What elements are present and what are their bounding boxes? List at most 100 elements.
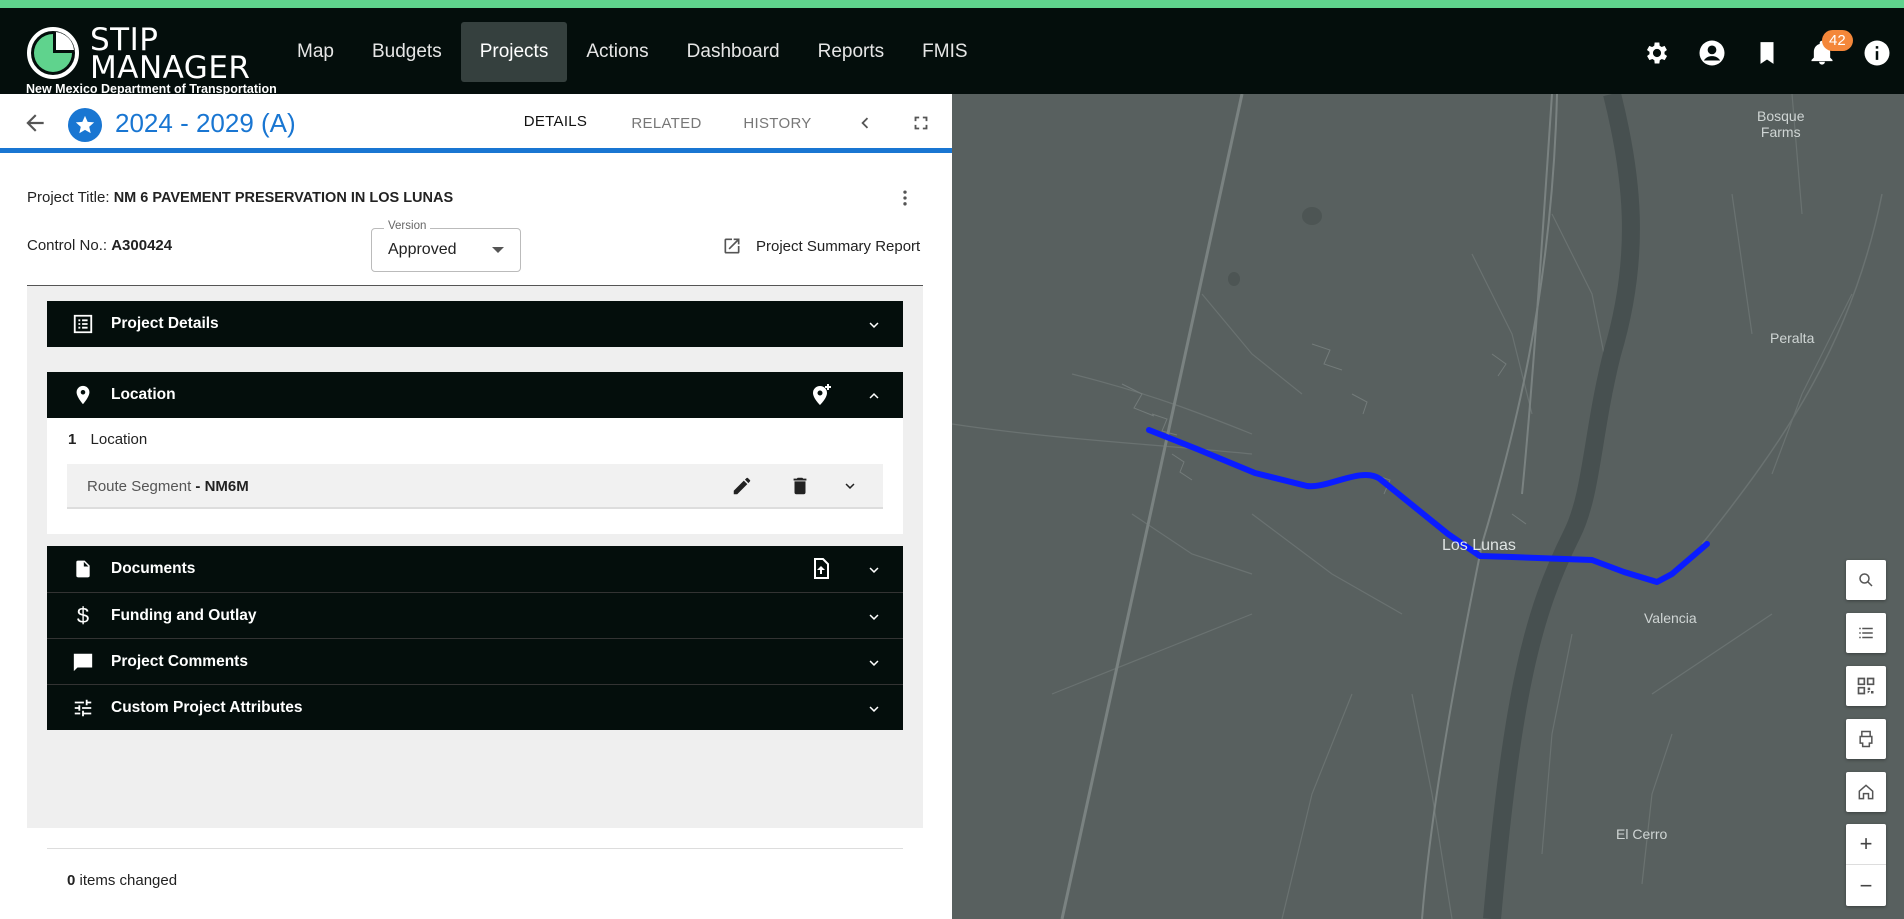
info-button[interactable]	[1849, 28, 1904, 78]
nav-dashboard[interactable]: Dashboard	[668, 22, 799, 82]
section-comments[interactable]: Project Comments	[47, 638, 903, 684]
version-label: Version	[384, 220, 431, 232]
detail-tabs: DETAILS RELATED HISTORY	[500, 94, 833, 153]
chevron-down-icon	[869, 706, 879, 712]
version-value: Approved	[388, 241, 457, 258]
bookmarks-button[interactable]	[1739, 28, 1794, 78]
control-number-value: A300424	[111, 237, 173, 254]
top-accent-stripe	[0, 0, 1904, 8]
nav-reports[interactable]: Reports	[799, 22, 904, 82]
route-segment-value: - NM6M	[191, 478, 249, 495]
tab-related[interactable]: RELATED	[611, 94, 722, 153]
upload-file-icon[interactable]	[809, 557, 833, 581]
add-location-icon[interactable]	[809, 383, 833, 407]
place-label-los-lunas: Los Lunas	[1442, 537, 1516, 554]
zoom-out-button[interactable]: −	[1846, 865, 1886, 906]
location-count-label: Location	[90, 431, 148, 448]
map-search-button[interactable]	[1846, 560, 1886, 600]
map-toolbar	[1846, 560, 1886, 825]
open-external-icon	[724, 238, 740, 254]
map-home-button[interactable]	[1846, 772, 1886, 812]
app-logo[interactable]: STIP MANAGER New Mexico Department of Tr…	[26, 18, 277, 97]
route-segment-item[interactable]: Route Segment - NM6M	[67, 464, 883, 509]
project-title-label: Project Title:	[27, 189, 110, 206]
caret-down-icon	[492, 247, 504, 253]
project-panel: 2024 - 2029 (A) DETAILS RELATED HISTORY …	[0, 94, 952, 919]
route-segment-type: Route Segment	[87, 478, 192, 495]
bookmark-icon	[1760, 42, 1773, 64]
settings-button[interactable]	[1629, 28, 1684, 78]
project-summary-report-link[interactable]: Project Summary Report	[722, 236, 920, 256]
fullscreen-button[interactable]	[910, 112, 932, 139]
nav-fmis[interactable]: FMIS	[903, 22, 986, 82]
location-count: 1	[68, 431, 77, 448]
tab-details[interactable]: DETAILS	[500, 94, 611, 151]
delete-icon[interactable]	[789, 475, 811, 497]
notifications-button[interactable]: 42	[1794, 28, 1853, 78]
chevron-down-icon[interactable]	[841, 477, 859, 495]
nav-actions[interactable]: Actions	[567, 22, 667, 82]
section-location[interactable]: Location	[47, 372, 903, 418]
chevron-down-icon	[869, 322, 879, 328]
qr-code-icon	[1857, 677, 1875, 695]
map-zoom-control: + −	[1846, 824, 1886, 906]
edit-icon[interactable]	[731, 475, 753, 497]
info-icon	[1864, 40, 1889, 66]
chevron-down-icon	[869, 614, 879, 620]
chevron-left-icon	[861, 117, 869, 129]
section-documents-label: Documents	[111, 560, 196, 577]
list-icon	[67, 313, 99, 335]
fullscreen-icon	[914, 116, 928, 130]
section-custom-attributes[interactable]: Custom Project Attributes	[47, 684, 903, 730]
tab-history[interactable]: HISTORY	[722, 94, 833, 153]
place-label-peralta: Peralta	[1770, 330, 1815, 346]
project-menu-button[interactable]	[895, 186, 915, 215]
section-funding-label: Funding and Outlay	[111, 606, 257, 624]
nav-projects[interactable]: Projects	[460, 22, 568, 82]
chevron-down-icon	[869, 660, 879, 666]
route-segment-label: Route Segment - NM6M	[87, 478, 249, 495]
favorite-star-button[interactable]	[68, 108, 102, 142]
map-pin-icon	[67, 383, 99, 407]
gear-icon	[1646, 42, 1667, 64]
back-button[interactable]	[22, 110, 48, 141]
map-print-button[interactable]	[1846, 719, 1886, 759]
section-funding[interactable]: $ Funding and Outlay	[47, 592, 903, 638]
nav-budgets[interactable]: Budgets	[353, 22, 461, 82]
program-title: 2024 - 2029 (A)	[115, 108, 296, 138]
section-project-details[interactable]: Project Details	[47, 301, 903, 347]
project-title-row: Project Title: NM 6 PAVEMENT PRESERVATIO…	[27, 189, 453, 206]
section-custom-attributes-label: Custom Project Attributes	[111, 698, 303, 716]
map-qr-button[interactable]	[1846, 666, 1886, 706]
map-view[interactable]: Bosque Farms Peralta Los Lunas Valencia …	[952, 94, 1904, 919]
nav-icon-group: 42	[1629, 28, 1904, 78]
items-changed-label: items changed	[75, 872, 178, 889]
control-number-label: Control No.:	[27, 237, 108, 254]
section-documents[interactable]: Documents	[47, 546, 903, 592]
list-icon	[1859, 627, 1873, 639]
print-icon	[1859, 730, 1873, 748]
project-title-value: NM 6 PAVEMENT PRESERVATION IN LOS LUNAS	[113, 190, 454, 206]
document-icon	[67, 557, 99, 581]
place-label-valencia: Valencia	[1644, 610, 1697, 626]
version-select[interactable]: Version Approved	[371, 220, 521, 272]
tabs-scroll-left-button[interactable]	[854, 112, 876, 139]
section-project-details-label: Project Details	[111, 315, 219, 332]
comment-icon	[67, 651, 99, 673]
footer-divider	[47, 848, 903, 849]
account-icon	[1699, 40, 1724, 66]
top-navbar: STIP MANAGER New Mexico Department of Tr…	[0, 8, 1904, 97]
location-count-row: 1 Location	[68, 431, 147, 448]
nav-map[interactable]: Map	[278, 22, 353, 82]
account-button[interactable]	[1684, 28, 1739, 78]
items-changed-status: 0 items changed	[67, 872, 177, 889]
location-body: 1 Location Route Segment - NM6M	[47, 418, 903, 534]
section-location-label: Location	[111, 386, 176, 403]
map-layers-list-button[interactable]	[1846, 613, 1886, 653]
place-label-bosque-farms: Bosque Farms	[1757, 108, 1805, 140]
dollar-icon: $	[76, 602, 90, 628]
zoom-in-button[interactable]: +	[1846, 824, 1886, 865]
search-icon	[1859, 573, 1873, 587]
arrow-left-icon	[26, 114, 44, 132]
place-label-el-cerro: El Cerro	[1616, 826, 1668, 842]
